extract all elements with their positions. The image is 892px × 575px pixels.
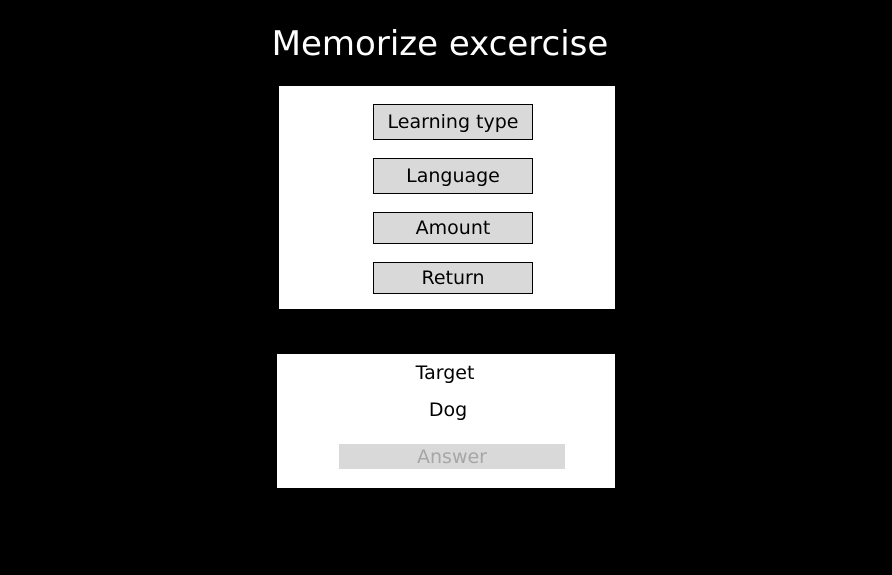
target-word: Dog xyxy=(428,399,468,421)
answer-input[interactable] xyxy=(339,444,565,469)
target-label: Target xyxy=(415,362,475,384)
amount-button[interactable]: Amount xyxy=(373,212,533,244)
exercise-panel: Target Dog xyxy=(277,354,615,488)
learning-type-button[interactable]: Learning type xyxy=(373,104,533,140)
page-title: Memorize excercise xyxy=(271,24,609,64)
return-button[interactable]: Return xyxy=(373,262,533,294)
language-button[interactable]: Language xyxy=(373,158,533,194)
settings-menu-panel: Learning type Language Amount Return xyxy=(279,86,615,309)
